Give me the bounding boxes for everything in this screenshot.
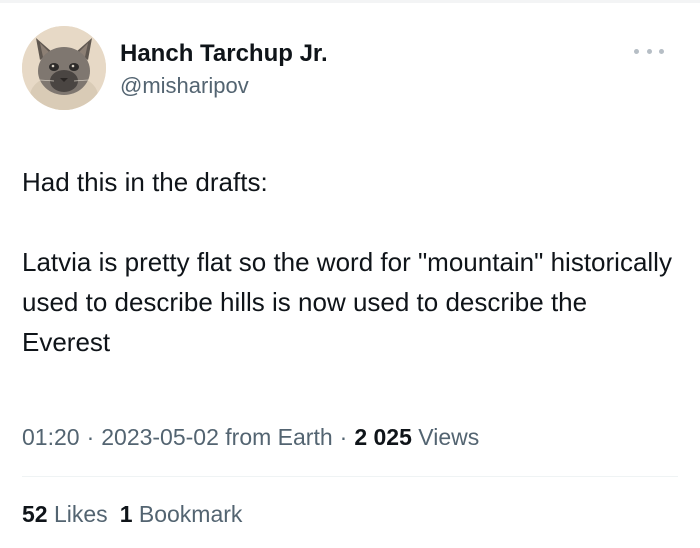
bookmarks-stat[interactable]: 1 Bookmark (120, 501, 243, 527)
tweet-source: from Earth (225, 424, 333, 450)
views-label: Views (418, 424, 480, 450)
views-count: 2 025 (354, 424, 412, 450)
bookmarks-label: Bookmark (138, 501, 243, 527)
author-info: Hanch Tarchup Jr. @misharipov (120, 40, 328, 100)
more-dots-icon (646, 48, 652, 54)
tweet: Hanch Tarchup Jr. @misharipov Had this i… (0, 0, 700, 548)
tweet-text-line: Had this in the drafts: (22, 167, 268, 197)
tweet-stats: 52 Likes 1 Bookmark (22, 499, 242, 529)
likes-stat[interactable]: 52 Likes (22, 501, 108, 527)
more-dots-icon (634, 48, 639, 54)
user-handle[interactable]: @misharipov (120, 72, 328, 100)
avatar[interactable] (22, 26, 106, 110)
display-name[interactable]: Hanch Tarchup Jr. (120, 40, 328, 68)
more-options-button[interactable] (634, 44, 664, 58)
meta-separator: · (86, 424, 95, 450)
divider (22, 476, 678, 477)
more-dots-icon (659, 48, 664, 54)
tweet-meta: 01:20 · 2023-05-02 from Earth · 2 025 Views (22, 422, 479, 452)
tweet-header: Hanch Tarchup Jr. @misharipov (22, 26, 682, 112)
bookmarks-count: 1 (119, 501, 133, 527)
meta-separator: · (339, 424, 348, 450)
tweet-text: Had this in the drafts: Latvia is pretty… (22, 162, 682, 362)
tweet-time[interactable]: 01:20 (22, 424, 80, 450)
likes-label: Likes (53, 501, 108, 527)
tweet-text-body: Latvia is pretty flat so the word for "m… (22, 247, 672, 357)
likes-count: 52 (22, 501, 48, 527)
tweet-date[interactable]: 2023-05-02 (101, 424, 219, 450)
cat-avatar-icon (22, 26, 106, 110)
